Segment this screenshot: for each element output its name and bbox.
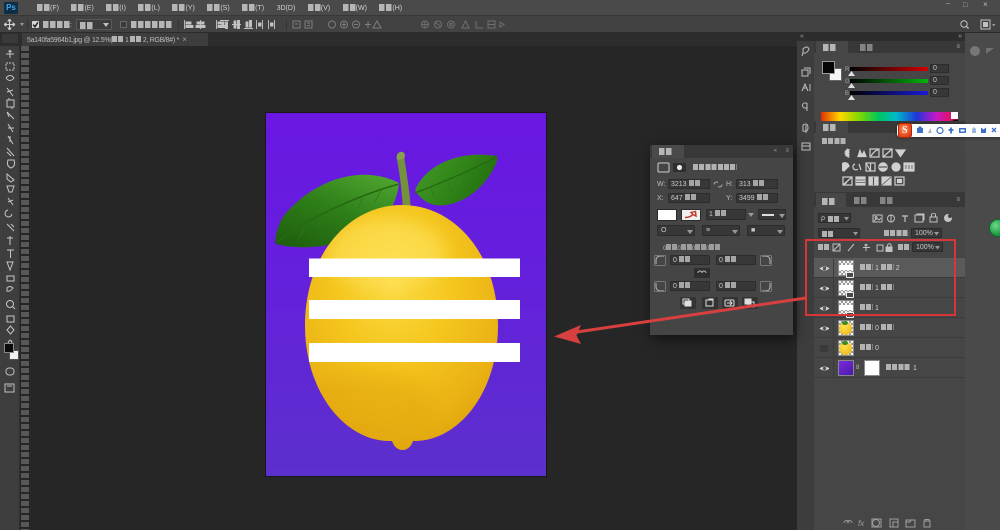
svg-text:fx: fx — [858, 519, 865, 528]
